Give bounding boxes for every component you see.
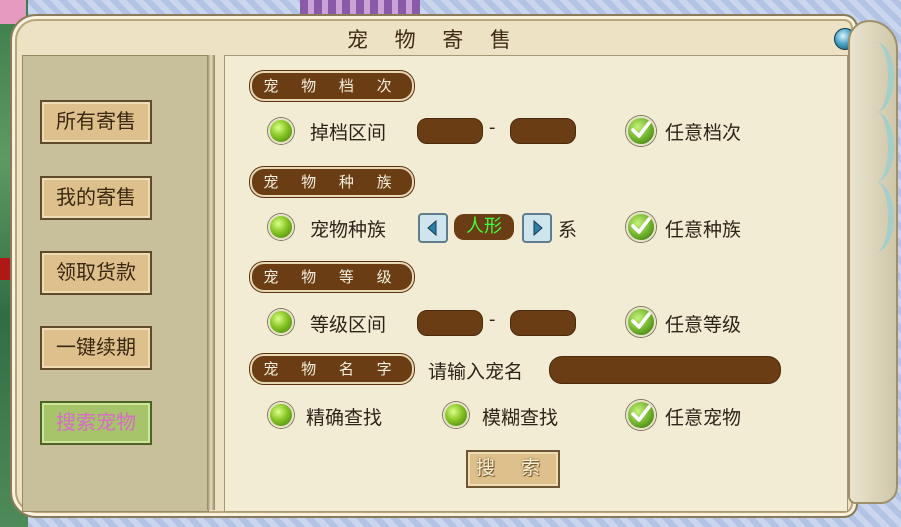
grade-min-field[interactable]: [417, 118, 483, 144]
sidebar-item-my-consignments[interactable]: 我的寄售: [40, 176, 152, 220]
level-range-radio[interactable]: [268, 309, 294, 335]
any-race-checkbox[interactable]: [626, 212, 656, 242]
ornament-blade: [858, 42, 894, 112]
any-level-checkbox[interactable]: [626, 307, 656, 337]
range-dash: -: [489, 309, 496, 330]
sidebar-item-renew-all[interactable]: 一键续期: [40, 326, 152, 370]
race-prev-arrow[interactable]: [418, 213, 448, 243]
grade-max-field[interactable]: [510, 118, 576, 144]
section-heading-name: 宠 物 名 字: [250, 354, 414, 384]
ornament-blade: [858, 182, 894, 252]
race-next-arrow[interactable]: [522, 213, 552, 243]
sidebar-divider: [207, 55, 215, 510]
checkmark-icon: [631, 217, 651, 234]
checkmark-icon: [631, 405, 651, 422]
any-pet-checkbox[interactable]: [626, 400, 656, 430]
race-label: 宠物种族: [310, 219, 387, 241]
checkmark-icon: [631, 121, 651, 138]
exact-search-label: 精确查找: [306, 407, 383, 429]
chevron-left-icon: [427, 219, 437, 237]
grade-range-radio[interactable]: [268, 118, 294, 144]
fuzzy-search-radio[interactable]: [443, 402, 469, 428]
sidebar-item-search-pet[interactable]: 搜索宠物: [40, 401, 152, 445]
pet-name-prompt: 请输入宠名: [428, 361, 524, 383]
section-heading-race: 宠 物 种 族: [250, 167, 414, 197]
race-suffix: 系: [558, 219, 578, 241]
grade-range-label: 掉档区间: [310, 122, 387, 144]
ornament-blade: [858, 112, 894, 182]
range-dash: -: [489, 117, 496, 138]
any-grade-label: 任意档次: [665, 122, 742, 144]
race-value: 人形: [454, 214, 514, 240]
any-race-label: 任意种族: [665, 219, 742, 241]
background-decoration: [0, 258, 10, 280]
pet-name-input[interactable]: [549, 356, 781, 384]
fuzzy-search-label: 模糊查找: [482, 407, 559, 429]
exact-search-radio[interactable]: [268, 402, 294, 428]
section-heading-level: 宠 物 等 级: [250, 262, 414, 292]
window-title: 宠 物 寄 售: [346, 28, 522, 52]
sidebar-item-collect-payment[interactable]: 领取货款: [40, 251, 152, 295]
any-level-label: 任意等级: [665, 314, 742, 336]
any-grade-checkbox[interactable]: [626, 116, 656, 146]
checkmark-icon: [631, 312, 651, 329]
window-side-ornament: [848, 20, 898, 504]
any-pet-label: 任意宠物: [665, 407, 742, 429]
section-heading-grade: 宠 物 档 次: [250, 71, 414, 101]
level-range-label: 等级区间: [310, 314, 387, 336]
chevron-right-icon: [533, 219, 543, 237]
level-max-field[interactable]: [510, 310, 576, 336]
level-min-field[interactable]: [417, 310, 483, 336]
race-radio[interactable]: [268, 214, 294, 240]
sidebar-item-all-consignments[interactable]: 所有寄售: [40, 100, 152, 144]
search-button[interactable]: 搜 索: [466, 450, 560, 488]
